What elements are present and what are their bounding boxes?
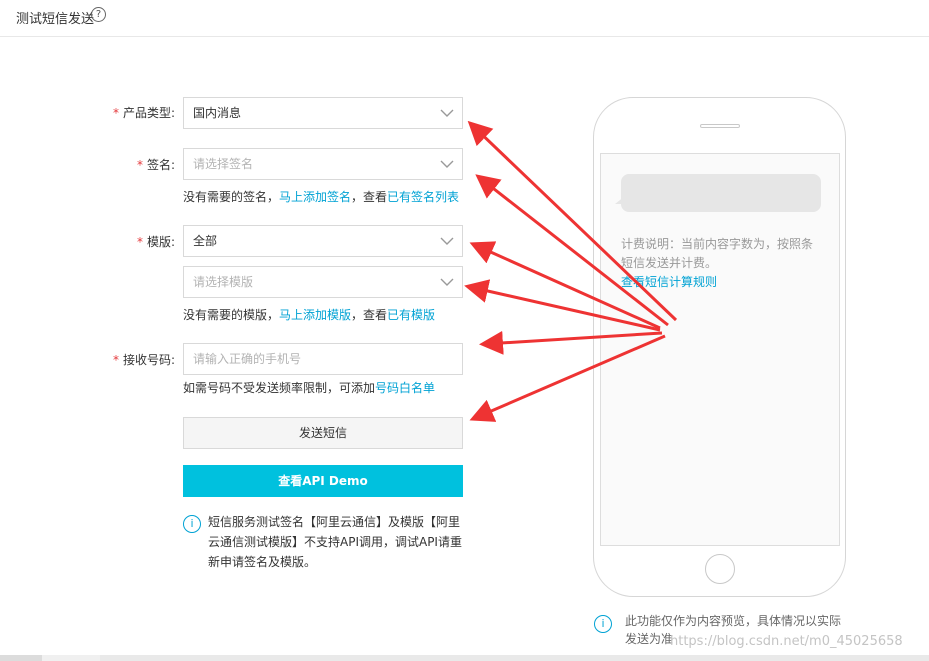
arrow-to-template-category [469, 241, 661, 330]
arrow-to-template [464, 279, 661, 332]
bottom-scroll-thumb[interactable] [100, 655, 929, 661]
watermark: https://blog.csdn.net/m0_45025658 [670, 634, 903, 649]
arrow-to-signature [475, 174, 669, 327]
arrow-to-phone [479, 330, 663, 355]
bottom-bar-segment [0, 655, 42, 661]
arrow-to-send-button [469, 334, 666, 422]
annotation-arrows [464, 120, 678, 422]
